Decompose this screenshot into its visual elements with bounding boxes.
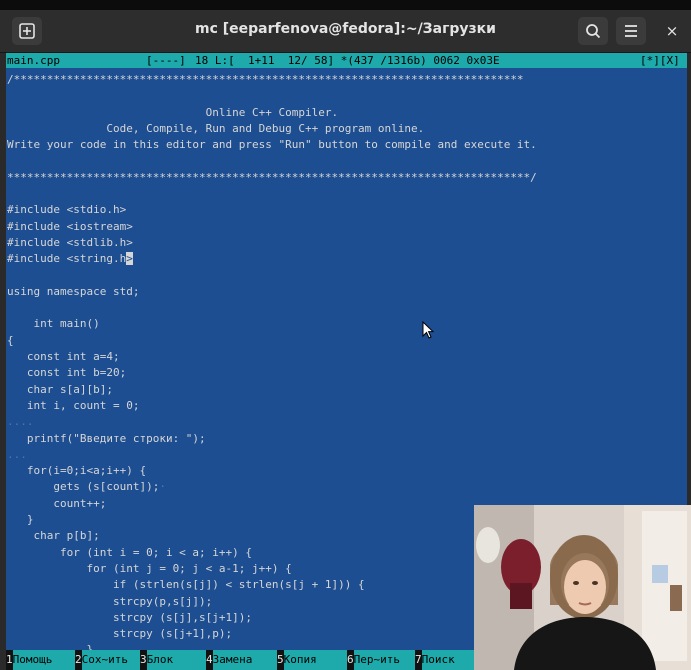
- code-line[interactable]: Write your code in this editor and press…: [7, 137, 687, 153]
- editor-status-bar: main.cpp [----] 18 L:[ 1+11 12/ 58] *(43…: [6, 53, 687, 68]
- close-icon: ×: [665, 22, 679, 40]
- f3-key[interactable]: 3Блок: [140, 650, 206, 670]
- code-line[interactable]: int main(): [7, 316, 687, 332]
- code-line[interactable]: ****************************************…: [7, 170, 687, 186]
- f5-key[interactable]: 5Копия: [277, 650, 347, 670]
- key-label: Замена: [212, 650, 277, 670]
- code-line[interactable]: #include <stdlib.h>: [7, 235, 687, 251]
- code-line[interactable]: #include <string.h>: [7, 251, 687, 267]
- code-line[interactable]: gets (s[count]);·: [7, 479, 687, 495]
- f7-key[interactable]: 7Поиск: [415, 650, 478, 670]
- code-line[interactable]: printf("Введите строки: ");: [7, 431, 687, 447]
- menu-button[interactable]: [616, 17, 646, 45]
- f2-key[interactable]: 2Сох~ить: [75, 650, 140, 670]
- code-line[interactable]: /***************************************…: [7, 72, 687, 88]
- screen-top-edge: [0, 0, 691, 10]
- code-line[interactable]: using namespace std;: [7, 284, 687, 300]
- key-label: Блок: [146, 650, 206, 670]
- search-icon: [586, 24, 601, 39]
- webcam-image: [474, 505, 691, 670]
- status-filename: main.cpp: [7, 54, 60, 67]
- text-cursor: >: [126, 252, 133, 266]
- code-line[interactable]: {: [7, 333, 687, 349]
- window-titlebar[interactable]: mc [eeparfenova@fedora]:~/Загрузки ×: [0, 10, 691, 53]
- key-number: 7: [415, 653, 422, 666]
- search-button[interactable]: [578, 17, 608, 45]
- whitespace-marker: ....: [7, 415, 34, 429]
- mouse-pointer-icon: [422, 321, 435, 339]
- f4-key[interactable]: 4Замена: [206, 650, 277, 670]
- code-line[interactable]: int i, count = 0;: [7, 398, 687, 414]
- code-line[interactable]: [7, 153, 687, 169]
- key-label: Сох~ить: [81, 650, 140, 670]
- code-line[interactable]: const int b=20;: [7, 365, 687, 381]
- key-label: Поиск: [421, 650, 478, 670]
- key-label: Пер~ить: [353, 650, 415, 670]
- key-number: 3: [140, 653, 147, 666]
- key-label: Копия: [283, 650, 347, 670]
- code-line[interactable]: [7, 88, 687, 104]
- code-line[interactable]: Code, Compile, Run and Debug C++ program…: [7, 121, 687, 137]
- key-number: 4: [206, 653, 213, 666]
- f1-key[interactable]: 1Помощь: [6, 650, 75, 670]
- whitespace-marker: ·: [159, 480, 166, 494]
- code-line[interactable]: ...: [7, 447, 687, 463]
- code-line[interactable]: ....: [7, 414, 687, 430]
- key-number: 1: [6, 653, 13, 666]
- code-line[interactable]: char s[a][b];: [7, 382, 687, 398]
- key-number: 5: [277, 653, 284, 666]
- status-position: 18 L:[ 1+11 12/ 58] *(437 /1316b) 0062 0…: [195, 54, 500, 67]
- status-flags: [----]: [146, 54, 186, 67]
- whitespace-marker: ...: [7, 447, 27, 461]
- hamburger-menu-icon: [625, 25, 637, 37]
- code-line[interactable]: const int a=4;: [7, 349, 687, 365]
- code-line[interactable]: for(i=0;i<a;i++) {: [7, 463, 687, 479]
- f6-key[interactable]: 6Пер~ить: [347, 650, 415, 670]
- webcam-overlay: [474, 505, 691, 670]
- key-label: Помощь: [12, 650, 75, 670]
- code-line[interactable]: #include <stdio.h>: [7, 202, 687, 218]
- status-mode: [*][X]: [640, 54, 680, 67]
- close-button[interactable]: ×: [657, 17, 687, 45]
- code-line[interactable]: [7, 186, 687, 202]
- code-line[interactable]: #include <iostream>: [7, 219, 687, 235]
- key-number: 2: [75, 653, 82, 666]
- code-line[interactable]: Online C++ Compiler.: [7, 105, 687, 121]
- key-number: 6: [347, 653, 354, 666]
- code-line[interactable]: [7, 268, 687, 284]
- code-line[interactable]: [7, 300, 687, 316]
